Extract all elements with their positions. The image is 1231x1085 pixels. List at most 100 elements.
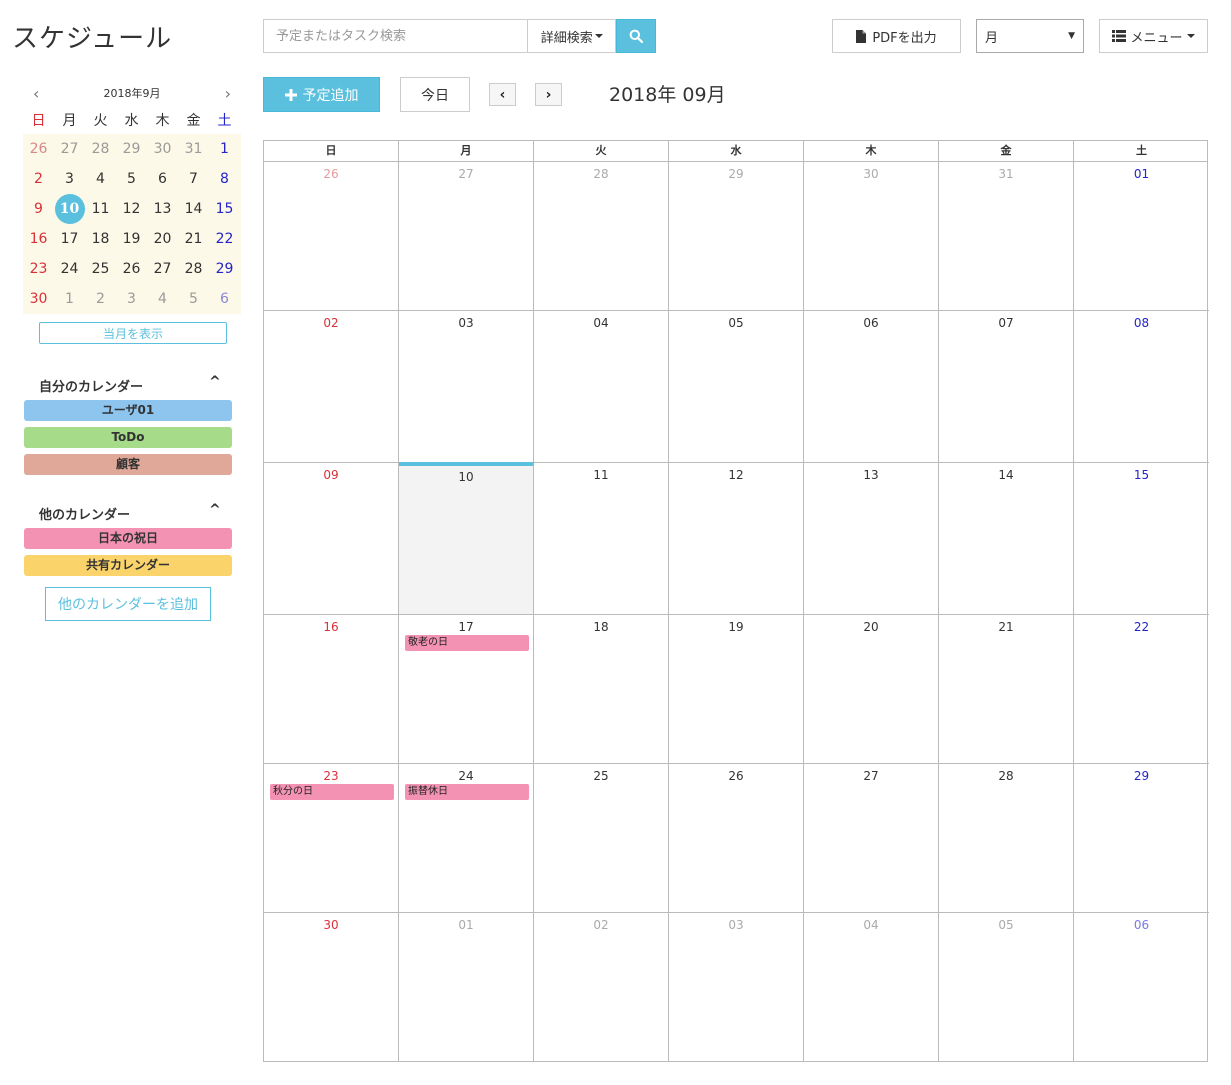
collapse-icon[interactable]: ^ [209,502,221,518]
next-month-button[interactable]: › [535,83,562,106]
day-cell[interactable]: 27 [804,764,939,913]
mini-day[interactable]: 24 [54,254,85,284]
mini-day[interactable]: 18 [85,224,116,254]
day-cell[interactable]: 03 [399,311,534,463]
day-cell[interactable]: 25 [534,764,669,913]
menu-button[interactable]: メニュー [1099,19,1208,53]
day-cell[interactable]: 29 [669,162,804,311]
day-cell[interactable]: 11 [534,463,669,615]
day-cell-today[interactable]: 10 [399,462,534,615]
mini-day[interactable]: 8 [209,164,240,194]
day-cell[interactable]: 05 [669,311,804,463]
day-cell[interactable]: 15 [1074,463,1209,615]
day-cell[interactable]: 27 [399,162,534,311]
mini-day[interactable]: 7 [178,164,209,194]
day-cell[interactable]: 21 [939,615,1074,764]
day-cell[interactable]: 22 [1074,615,1209,764]
day-cell[interactable]: 30 [804,162,939,311]
mini-day[interactable]: 21 [178,224,209,254]
mini-day[interactable]: 27 [54,134,85,164]
mini-day[interactable]: 1 [54,284,85,314]
mini-day[interactable]: 28 [85,134,116,164]
mini-day[interactable]: 26 [116,254,147,284]
prev-month-button[interactable]: ‹ [489,83,516,106]
calendar-tag-japan-holidays[interactable]: 日本の祝日 [24,528,232,549]
day-cell[interactable]: 24 振替休日 [399,764,534,913]
day-cell[interactable]: 19 [669,615,804,764]
day-cell[interactable]: 08 [1074,311,1209,463]
day-cell[interactable]: 13 [804,463,939,615]
day-cell[interactable]: 02 [264,311,399,463]
day-cell[interactable]: 14 [939,463,1074,615]
day-cell[interactable]: 06 [1074,913,1209,1061]
mini-day[interactable]: 3 [54,164,85,194]
day-cell[interactable]: 26 [669,764,804,913]
add-event-button[interactable]: 予定追加 [263,77,380,112]
mini-day[interactable]: 9 [23,194,54,224]
mini-day[interactable]: 20 [147,224,178,254]
today-button[interactable]: 今日 [400,77,470,112]
day-cell[interactable]: 20 [804,615,939,764]
calendar-event[interactable]: 敬老の日 [405,635,529,651]
day-cell[interactable]: 31 [939,162,1074,311]
mini-day[interactable]: 6 [209,284,240,314]
mini-day[interactable]: 4 [85,164,116,194]
day-cell[interactable]: 04 [804,913,939,1061]
mini-day[interactable]: 4 [147,284,178,314]
day-cell[interactable]: 28 [939,764,1074,913]
mini-day[interactable]: 29 [116,134,147,164]
view-select[interactable]: 月 ▼ [976,19,1084,53]
mini-day[interactable]: 6 [147,164,178,194]
day-cell[interactable]: 16 [264,615,399,764]
day-cell[interactable]: 29 [1074,764,1209,913]
add-other-calendar-button[interactable]: 他のカレンダーを追加 [45,587,211,621]
advanced-search-button[interactable]: 詳細検索 [527,19,617,53]
calendar-event[interactable]: 振替休日 [405,784,529,800]
chevron-right-icon[interactable]: › [225,84,231,103]
mini-day[interactable]: 25 [85,254,116,284]
mini-day[interactable]: 13 [147,194,178,224]
mini-day-selected[interactable]: 10 [54,194,85,224]
search-button[interactable] [616,19,656,53]
day-cell[interactable]: 01 [399,913,534,1061]
calendar-tag-user01[interactable]: ユーザ01 [24,400,232,421]
mini-day[interactable]: 5 [178,284,209,314]
chevron-left-icon[interactable]: ‹ [33,84,39,103]
calendar-tag-customer[interactable]: 顧客 [24,454,232,475]
day-cell[interactable]: 23 秋分の日 [264,764,399,913]
mini-day[interactable]: 30 [23,284,54,314]
mini-day[interactable]: 29 [209,254,240,284]
mini-day[interactable]: 15 [209,194,240,224]
calendar-tag-todo[interactable]: ToDo [24,427,232,448]
mini-day[interactable]: 5 [116,164,147,194]
day-cell[interactable]: 18 [534,615,669,764]
mini-day[interactable]: 2 [85,284,116,314]
day-cell[interactable]: 30 [264,913,399,1061]
calendar-tag-shared[interactable]: 共有カレンダー [24,555,232,576]
mini-day[interactable]: 27 [147,254,178,284]
mini-day[interactable]: 31 [178,134,209,164]
show-current-month-button[interactable]: 当月を表示 [39,322,227,344]
day-cell[interactable]: 02 [534,913,669,1061]
day-cell[interactable]: 01 [1074,162,1209,311]
day-cell[interactable]: 26 [264,162,399,311]
mini-day[interactable]: 23 [23,254,54,284]
day-cell[interactable]: 17 敬老の日 [399,615,534,764]
day-cell[interactable]: 12 [669,463,804,615]
mini-day[interactable]: 28 [178,254,209,284]
collapse-icon[interactable]: ^ [209,374,221,390]
mini-day[interactable]: 22 [209,224,240,254]
day-cell[interactable]: 07 [939,311,1074,463]
day-cell[interactable]: 28 [534,162,669,311]
day-cell[interactable]: 03 [669,913,804,1061]
mini-day[interactable]: 12 [116,194,147,224]
mini-day[interactable]: 1 [209,134,240,164]
day-cell[interactable]: 04 [534,311,669,463]
mini-day[interactable]: 30 [147,134,178,164]
mini-day[interactable]: 26 [23,134,54,164]
mini-day[interactable]: 3 [116,284,147,314]
mini-day[interactable]: 16 [23,224,54,254]
calendar-event[interactable]: 秋分の日 [270,784,394,800]
mini-day[interactable]: 19 [116,224,147,254]
day-cell[interactable]: 06 [804,311,939,463]
